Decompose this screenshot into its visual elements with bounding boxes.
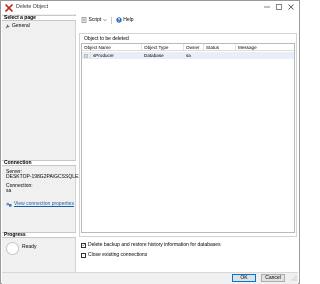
page-item-general[interactable]: General xyxy=(5,23,30,29)
minimize-icon xyxy=(264,6,270,8)
toolbar: Script ? Help xyxy=(78,15,298,25)
objects-grid[interactable]: Object Name Object Type Owner Status Mes… xyxy=(81,43,295,233)
close-connections-checkbox[interactable]: Close existing connections xyxy=(81,252,147,258)
cell-object-type: Database xyxy=(144,53,164,58)
close-icon xyxy=(288,4,294,10)
server-value: DESKTOP-198G2PA\GCSSQLEX xyxy=(6,174,82,180)
delete-backup-label: Delete backup and restore history inform… xyxy=(88,242,221,248)
table-row[interactable]: sProducer Database sa xyxy=(82,52,294,59)
resize-grip-icon[interactable] xyxy=(291,275,297,281)
progress-header: Progress xyxy=(2,232,76,238)
checkbox-box[interactable] xyxy=(81,252,86,258)
progress-spinner-icon xyxy=(6,242,19,255)
script-icon xyxy=(81,17,87,23)
maximize-icon xyxy=(276,4,282,10)
objects-label: Object to be deleted xyxy=(84,36,129,42)
title-bar: Delete Object xyxy=(1,1,299,14)
row-selector[interactable] xyxy=(82,52,91,59)
help-button[interactable]: ? Help xyxy=(115,16,135,24)
script-label: Script xyxy=(88,17,102,23)
chevron-down-icon xyxy=(103,19,107,22)
checkbox-box[interactable] xyxy=(81,242,86,248)
cancel-button[interactable]: Cancel xyxy=(261,274,285,282)
left-pane: Select a page General Connection Server:… xyxy=(2,14,82,272)
connection-properties-icon xyxy=(6,202,12,207)
close-connections-label: Close existing connections xyxy=(88,252,148,258)
cell-owner: sa xyxy=(186,53,191,58)
connection-value: sa xyxy=(6,188,12,194)
page-item-label: General xyxy=(12,23,30,29)
delete-object-dialog: Delete Object Select a page General Conn… xyxy=(0,0,300,284)
cell-object-name: sProducer xyxy=(93,53,114,58)
column-header-owner[interactable]: Owner xyxy=(184,44,204,50)
view-connection-properties-label: View connection properties xyxy=(14,201,74,207)
view-connection-properties-link[interactable]: View connection properties xyxy=(6,201,74,207)
checkmark-icon xyxy=(82,244,85,247)
delete-x-icon xyxy=(5,4,13,12)
window-title: Delete Object xyxy=(16,4,49,10)
minimize-button[interactable] xyxy=(261,2,273,12)
connection-header: Connection xyxy=(2,160,76,166)
column-header-object-name[interactable]: Object Name xyxy=(82,44,142,50)
ok-button[interactable]: OK xyxy=(232,274,256,282)
toolbar-separator xyxy=(110,16,112,24)
maximize-button[interactable] xyxy=(273,2,285,12)
select-page-header: Select a page xyxy=(2,15,76,21)
column-header-status[interactable]: Status xyxy=(204,44,236,50)
progress-status: Ready xyxy=(22,244,37,250)
close-button[interactable] xyxy=(285,2,297,12)
grid-header: Object Name Object Type Owner Status Mes… xyxy=(82,44,294,51)
column-header-object-type[interactable]: Object Type xyxy=(142,44,184,50)
script-button[interactable]: Script xyxy=(80,16,108,24)
wrench-icon xyxy=(5,24,10,28)
cell-status xyxy=(204,52,236,59)
help-label: Help xyxy=(123,17,134,23)
database-icon xyxy=(84,53,88,58)
cell-message xyxy=(236,52,294,59)
help-icon: ? xyxy=(116,17,122,23)
column-header-message[interactable]: Message xyxy=(236,44,294,50)
delete-backup-checkbox[interactable]: Delete backup and restore history inform… xyxy=(81,242,221,248)
